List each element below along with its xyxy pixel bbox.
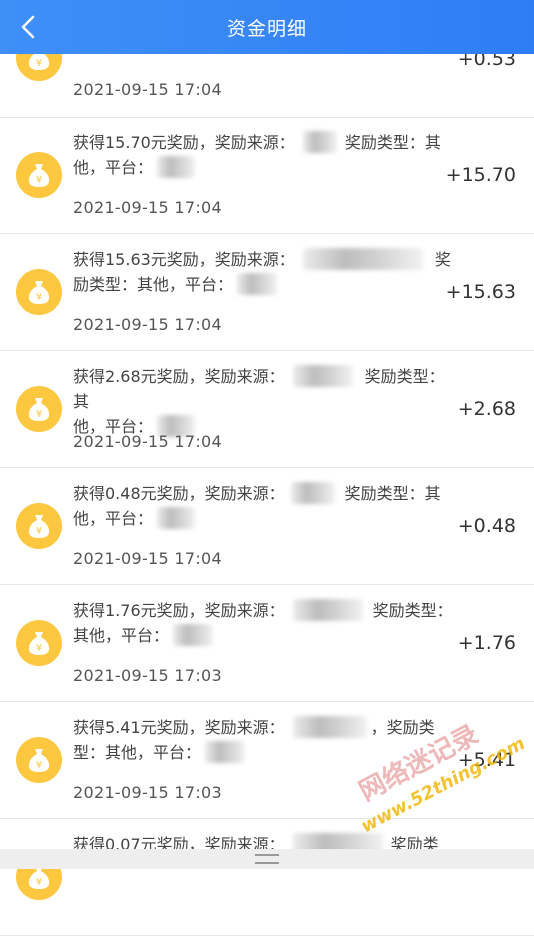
- record-description: 获得15.63元奖励，奖励来源：奖 励类型：其他，平台：: [73, 248, 451, 295]
- svg-text:¥: ¥: [36, 292, 42, 303]
- record-amount: +5.41: [457, 749, 516, 771]
- app-header: 资金明细: [0, 0, 534, 54]
- record-description: 获得5.41元奖励，奖励来源： ，奖励类 型：其他，平台：: [73, 716, 435, 763]
- money-bag-icon: ¥: [16, 152, 62, 198]
- record-time: 2021-09-15 17:04: [73, 432, 222, 451]
- record-description: 获得1.76元奖励，奖励来源： 奖励类型： 其他，平台：: [73, 599, 453, 646]
- page-title: 资金明细: [226, 17, 307, 40]
- record-time: 2021-09-15 17:04: [73, 198, 222, 217]
- chevron-left-icon: [21, 15, 35, 39]
- money-bag-icon: ¥: [16, 737, 62, 783]
- redacted-platform: [237, 273, 278, 295]
- redacted-platform: [173, 624, 214, 646]
- record-time: 2021-09-15 17:04: [73, 315, 222, 334]
- list-item[interactable]: ¥ 获得0.07元奖励，奖励来源： 奖励类: [0, 820, 534, 936]
- list-item[interactable]: ¥ 获得15.70元奖励，奖励来源： 奖励类型：其 他，平台： 2021-09-1…: [0, 118, 534, 234]
- redacted-source: [292, 716, 367, 738]
- record-description: 获得0.48元奖励，奖励来源： 奖励类型：其 他，平台：: [73, 482, 441, 529]
- redacted-source: [302, 248, 423, 270]
- record-amount: +0.48: [457, 515, 516, 537]
- svg-text:¥: ¥: [36, 643, 42, 654]
- redacted-platform: [205, 741, 246, 763]
- redacted-source: [292, 365, 353, 387]
- record-time: 2021-09-15 17:04: [73, 549, 222, 568]
- list-item[interactable]: ¥ 获得5.41元奖励，奖励来源： ，奖励类 型：其他，平台： 2021-09-1…: [0, 703, 534, 819]
- list-item[interactable]: ¥ 获得15.63元奖励，奖励来源：奖 励类型：其他，平台： 2021-09-1…: [0, 235, 534, 351]
- redacted-platform: [157, 507, 196, 529]
- back-button[interactable]: [10, 9, 46, 45]
- drag-handle-icon: [255, 854, 279, 864]
- redacted-source: [302, 131, 337, 153]
- record-time: 2021-09-15 17:03: [73, 666, 222, 685]
- svg-text:¥: ¥: [36, 877, 42, 888]
- svg-text:¥: ¥: [36, 409, 42, 420]
- list-item[interactable]: ¥ 获得1.76元奖励，奖励来源： 奖励类型： 其他，平台： 2021-09-15…: [0, 586, 534, 702]
- record-description: 获得2.68元奖励，奖励来源： 奖励类型：其 他，平台：: [73, 365, 445, 437]
- list-item[interactable]: ¥ 获得2.68元奖励，奖励来源： 奖励类型：其 他，平台： 2021-09-15…: [0, 352, 534, 468]
- record-amount: +15.70: [445, 164, 516, 186]
- redacted-platform: [157, 156, 196, 178]
- list-item[interactable]: ¥ 获得0.48元奖励，奖励来源： 奖励类型：其 他，平台： 2021-09-15…: [0, 469, 534, 585]
- record-amount: +2.68: [457, 398, 516, 420]
- record-description: 获得15.70元奖励，奖励来源： 奖励类型：其 他，平台：: [73, 131, 441, 178]
- money-bag-icon: ¥: [16, 620, 62, 666]
- svg-text:¥: ¥: [36, 58, 42, 69]
- money-bag-icon: ¥: [16, 386, 62, 432]
- svg-text:¥: ¥: [36, 526, 42, 537]
- redacted-source: [290, 482, 335, 504]
- redacted-source: [292, 599, 363, 621]
- money-bag-icon: ¥: [16, 269, 62, 315]
- bottom-drag-handle[interactable]: [0, 849, 534, 869]
- svg-text:¥: ¥: [36, 175, 42, 186]
- record-time: 2021-09-15 17:03: [73, 783, 222, 802]
- record-amount: +15.63: [445, 281, 516, 303]
- record-time: 2021-09-15 17:04: [73, 80, 222, 99]
- money-bag-icon: ¥: [16, 503, 62, 549]
- record-amount: +1.76: [457, 632, 516, 654]
- svg-text:¥: ¥: [36, 760, 42, 771]
